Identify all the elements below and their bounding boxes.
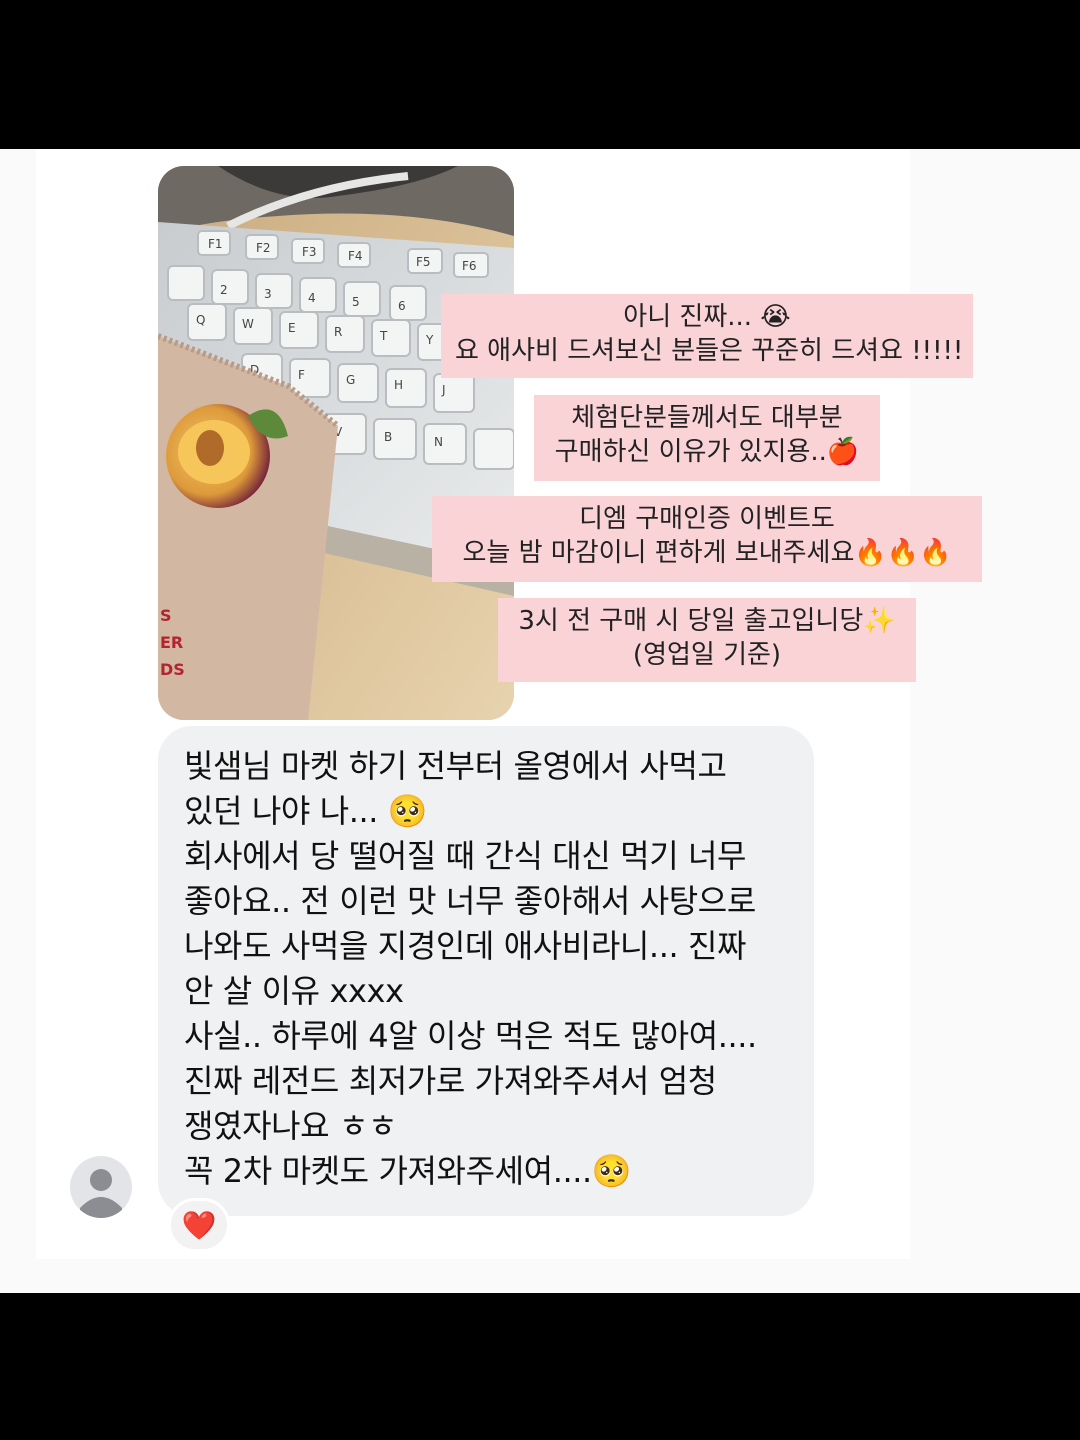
key-label: 5 bbox=[352, 295, 360, 309]
key-label: F1 bbox=[208, 237, 223, 251]
key-label: 4 bbox=[308, 291, 316, 305]
message-line: 안 살 이유 xxxx bbox=[184, 972, 404, 1010]
package-text: S bbox=[160, 606, 172, 625]
reaction-badge[interactable]: ❤️ bbox=[168, 1198, 230, 1252]
key-label: F bbox=[298, 368, 305, 382]
key-label: F3 bbox=[302, 245, 317, 259]
package-text: ER bbox=[160, 633, 183, 652]
caption-1: 아니 진짜... 😭 요 애사비 드셔보신 분들은 꾸준히 드셔요 !!!!! bbox=[441, 294, 973, 378]
key-label: H bbox=[394, 378, 403, 392]
key-label: F5 bbox=[416, 255, 431, 269]
message-line: 좋아요.. 전 이런 맛 너무 좋아해서 사탕으로 bbox=[184, 882, 756, 920]
key-label: E bbox=[288, 321, 296, 335]
message-bubble[interactable]: 빛샘님 마켓 하기 전부터 올영에서 사먹고 있던 나야 나... 🥺 회사에서… bbox=[158, 726, 814, 1216]
caption-4: 3시 전 구매 시 당일 출고입니당✨ (영업일 기준) bbox=[498, 598, 916, 682]
caption-3-line2: 오늘 밤 마감이니 편하게 보내주세요🔥🔥🔥 bbox=[462, 538, 952, 568]
message-line: 있던 나야 나... 🥺 bbox=[184, 792, 428, 830]
key-label: F2 bbox=[256, 241, 271, 255]
message-line: 꼭 2차 마켓도 가져와주세여....🥺 bbox=[184, 1152, 632, 1190]
key-label: J bbox=[441, 383, 446, 397]
caption-1-line2: 요 애사비 드셔보신 분들은 꾸준히 드셔요 !!!!! bbox=[455, 336, 964, 366]
message-line: 진짜 레전드 최저가로 가져와주셔서 엄청 bbox=[184, 1062, 717, 1100]
key-label: T bbox=[379, 329, 388, 343]
caption-2-line2: 구매하신 이유가 있지용..🍎 bbox=[554, 437, 860, 467]
message-line: 빛샘님 마켓 하기 전부터 올영에서 사먹고 bbox=[184, 747, 727, 785]
key-label: F4 bbox=[348, 249, 363, 263]
caption-2-line1: 체험단분들께서도 대부분 bbox=[571, 403, 843, 433]
key-label: 2 bbox=[220, 283, 228, 297]
caption-2: 체험단분들께서도 대부분 구매하신 이유가 있지용..🍎 bbox=[534, 395, 880, 481]
key-label: N bbox=[434, 435, 443, 449]
key-label: R bbox=[334, 325, 342, 339]
message-line: 쟁였자나요 ㅎㅎ bbox=[184, 1107, 398, 1145]
package-text: DS bbox=[160, 660, 185, 679]
photo-message[interactable]: F1 F2 F3 F4 F5 F6 2 3 4 5 6 Q W E R T Y … bbox=[158, 166, 514, 720]
message-line: 나와도 사먹을 지경인데 애사비라니... 진짜 bbox=[184, 927, 747, 965]
caption-4-line2: (영업일 기준) bbox=[632, 640, 782, 670]
key-label: 3 bbox=[264, 287, 272, 301]
caption-3-line1: 디엠 구매인증 이벤트도 bbox=[579, 504, 835, 534]
key-label: Y bbox=[425, 333, 434, 347]
key-label: B bbox=[384, 430, 392, 444]
caption-4-line1: 3시 전 구매 시 당일 출고입니당✨ bbox=[518, 606, 896, 636]
key-label: Q bbox=[196, 313, 205, 327]
key-label: W bbox=[242, 317, 254, 331]
keyboard-photo: F1 F2 F3 F4 F5 F6 2 3 4 5 6 Q W E R T Y … bbox=[158, 166, 514, 720]
caption-1-line1: 아니 진짜... 😭 bbox=[623, 302, 791, 332]
key-label: 6 bbox=[398, 299, 406, 313]
caption-3: 디엠 구매인증 이벤트도 오늘 밤 마감이니 편하게 보내주세요🔥🔥🔥 bbox=[432, 496, 982, 582]
key-label: G bbox=[346, 373, 355, 387]
key-label: F6 bbox=[462, 259, 477, 273]
heart-icon: ❤️ bbox=[181, 1208, 217, 1242]
user-avatar-icon[interactable] bbox=[70, 1156, 132, 1218]
message-line: 사실.. 하루에 4알 이상 먹은 적도 많아여.... bbox=[184, 1017, 757, 1055]
message-line: 회사에서 당 떨어질 때 간식 대신 먹기 너무 bbox=[184, 837, 747, 875]
